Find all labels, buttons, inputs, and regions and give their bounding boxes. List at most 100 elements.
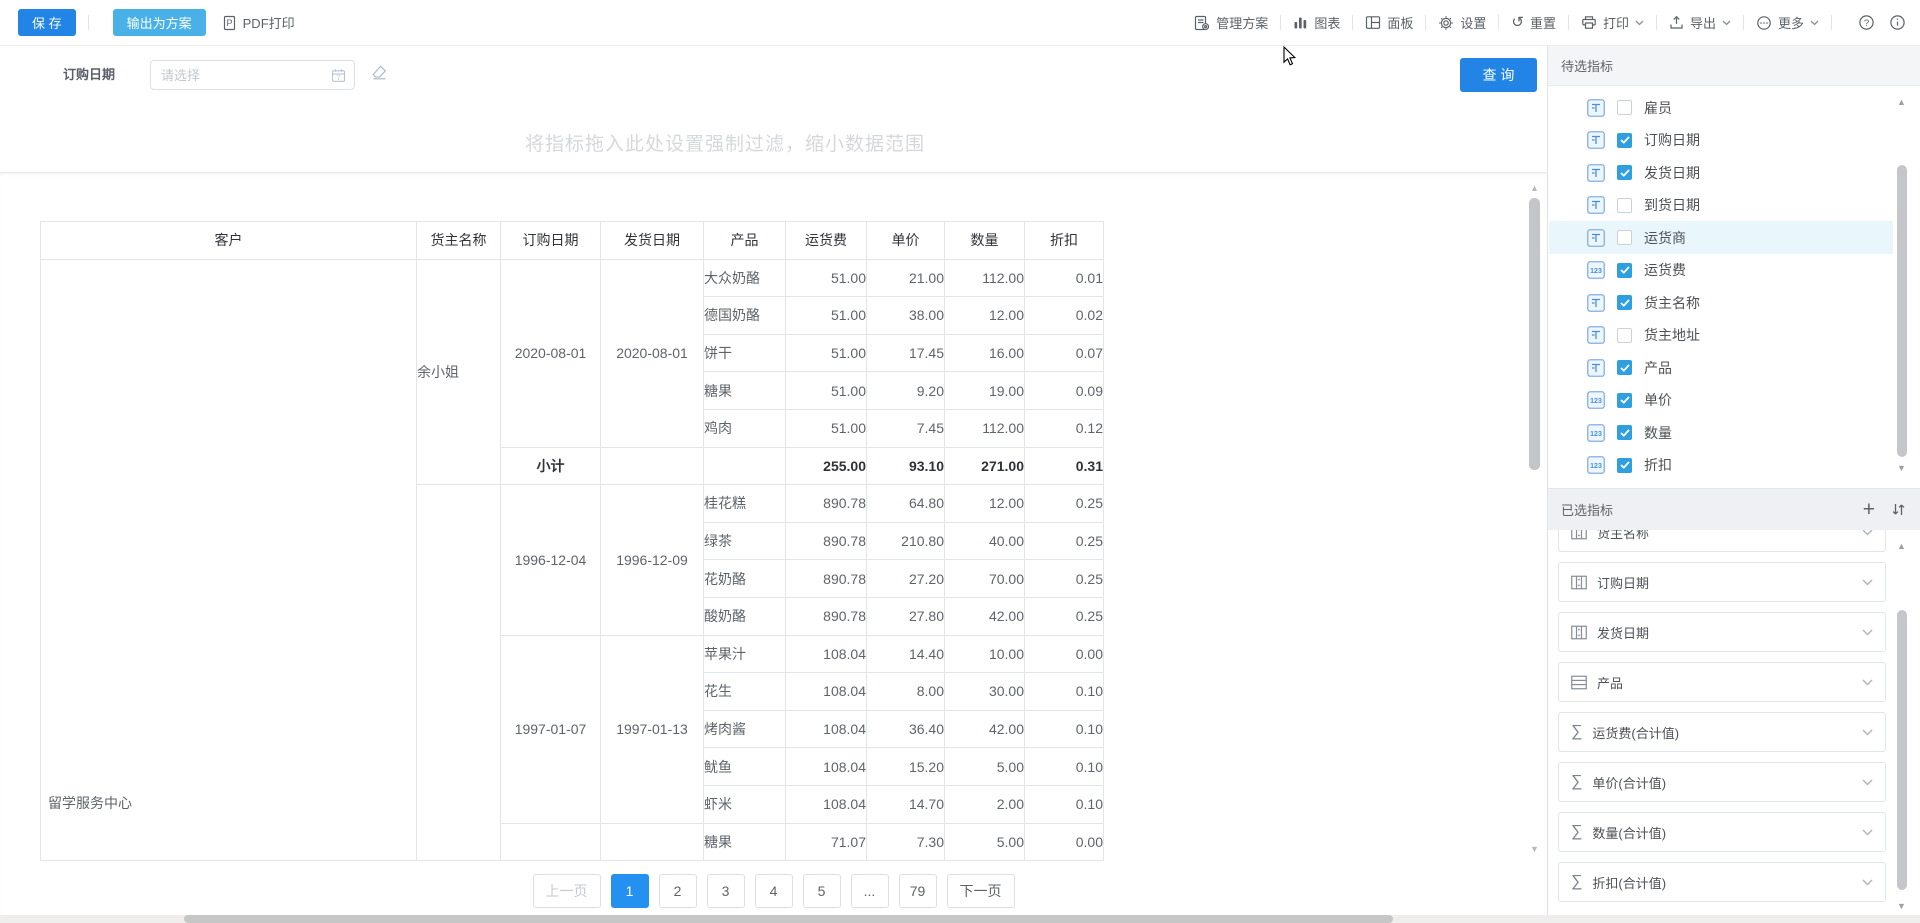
checkbox-checked[interactable]: [1617, 295, 1632, 310]
chevron-down-icon[interactable]: [1862, 879, 1873, 886]
page-button-4[interactable]: 4: [754, 874, 793, 908]
page-button-1[interactable]: 1: [610, 874, 649, 908]
scroll-up-arrow-icon[interactable]: ▲: [1897, 542, 1906, 551]
pending-item-discount[interactable]: 123 折扣: [1549, 449, 1893, 482]
col-header-quantity: 数量: [944, 221, 1025, 260]
chevron-down-icon[interactable]: [1862, 579, 1873, 586]
selected-card-discount-sum[interactable]: ∑ 折扣(合计值): [1558, 862, 1886, 902]
col-header-consignee: 货主名称: [416, 221, 501, 260]
checkbox-unchecked[interactable]: [1617, 197, 1632, 213]
pending-item-freight[interactable]: 123 运货费: [1549, 254, 1893, 287]
checkbox-checked[interactable]: [1617, 360, 1632, 375]
selected-card-order-date[interactable]: 订购日期: [1558, 562, 1886, 602]
scroll-down-arrow-icon[interactable]: ▼: [1897, 464, 1906, 473]
settings-button[interactable]: 设置: [1438, 13, 1486, 32]
pending-item-order-date[interactable]: 订购日期: [1549, 124, 1893, 157]
info-button[interactable]: [1889, 14, 1906, 31]
scroll-up-arrow-icon[interactable]: ▲: [1897, 98, 1906, 107]
page-button-79[interactable]: 79: [898, 874, 937, 908]
page-button-5[interactable]: 5: [802, 874, 841, 908]
checkbox-unchecked[interactable]: [1617, 230, 1632, 245]
sort-order-icon[interactable]: [1891, 502, 1906, 517]
chart-button[interactable]: 图表: [1293, 13, 1340, 32]
save-button[interactable]: 保 存: [18, 9, 76, 36]
selected-card-ship-date[interactable]: 发货日期: [1558, 612, 1886, 652]
checkbox-checked[interactable]: [1617, 392, 1632, 408]
horizontal-scrollbar-thumb[interactable]: [184, 915, 1393, 923]
date-picker-input[interactable]: 7: [150, 60, 355, 90]
manage-plans-button[interactable]: 管理方案: [1194, 13, 1268, 32]
selected-indicators-header: 已选指标 +: [1548, 488, 1920, 530]
pending-item-arrival-date[interactable]: 到货日期: [1549, 189, 1893, 222]
print-dropdown-button[interactable]: 打印: [1581, 13, 1644, 32]
checkbox-checked[interactable]: [1617, 262, 1632, 278]
reset-button[interactable]: ↺ 重置: [1511, 13, 1556, 32]
help-button[interactable]: ?: [1858, 14, 1875, 31]
selected-list-scrollbar-thumb[interactable]: [1897, 610, 1907, 890]
scroll-down-arrow-icon[interactable]: ▼: [1530, 845, 1539, 854]
pending-item-quantity[interactable]: 123 数量: [1549, 416, 1893, 449]
bar-chart-icon: [1293, 15, 1308, 30]
text-field-icon: [1587, 196, 1605, 214]
pending-list-scrollbar-thumb[interactable]: [1897, 165, 1907, 457]
chevron-down-icon[interactable]: [1862, 679, 1873, 686]
checkbox-checked[interactable]: [1617, 132, 1632, 148]
row-group-icon: [1571, 575, 1587, 590]
svg-text:123: 123: [1590, 268, 1602, 275]
chevron-down-icon[interactable]: [1862, 629, 1873, 636]
selected-card-freight-sum[interactable]: ∑ 运货费(合计值): [1558, 712, 1886, 752]
svg-text:P: P: [226, 18, 232, 28]
next-page-button[interactable]: 下一页: [946, 874, 1015, 908]
scroll-down-arrow-icon[interactable]: ▼: [1897, 902, 1906, 911]
chevron-down-icon[interactable]: [1862, 729, 1873, 736]
checkbox-unchecked[interactable]: [1617, 327, 1632, 343]
add-indicator-button[interactable]: +: [1863, 499, 1875, 520]
chevron-down-icon[interactable]: [1862, 530, 1873, 536]
clear-filter-eraser-icon[interactable]: [370, 64, 389, 81]
consignee-cell: [416, 484, 501, 862]
chevron-down-icon: [1635, 20, 1644, 26]
pending-item-unit-price[interactable]: 123 单价: [1549, 384, 1893, 417]
table-header-row: 客户 货主名称 订购日期 发货日期 产品 运货费 单价 数量 折扣: [40, 221, 1104, 260]
sigma-icon: ∑: [1571, 873, 1583, 890]
chevron-down-icon[interactable]: [1862, 829, 1873, 836]
pending-item-consignee-name[interactable]: 货主名称: [1549, 286, 1893, 319]
drag-filter-drop-hint: 将指标拖入此处设置强制过滤，缩小数据范围: [524, 134, 925, 155]
gear-icon: [1438, 15, 1454, 31]
selected-card-unit-price-sum[interactable]: ∑ 单价(合计值): [1558, 762, 1886, 802]
query-button[interactable]: 查 询: [1460, 58, 1537, 92]
pending-item-product[interactable]: 产品: [1549, 351, 1893, 384]
selected-card-product[interactable]: 产品: [1558, 662, 1886, 702]
export-dropdown-button[interactable]: 导出: [1669, 13, 1731, 32]
selected-card-quantity-sum[interactable]: ∑ 数量(合计值): [1558, 812, 1886, 852]
checkbox-unchecked[interactable]: [1617, 100, 1632, 115]
calendar-icon[interactable]: 7: [331, 68, 346, 83]
chevron-down-icon[interactable]: [1862, 779, 1873, 786]
pdf-print-button[interactable]: P PDF打印: [222, 13, 295, 32]
pending-item-shipper[interactable]: 运货商: [1549, 221, 1893, 254]
checkbox-checked[interactable]: [1617, 165, 1632, 180]
scroll-up-arrow-icon[interactable]: ▲: [1530, 184, 1539, 193]
selected-card-consignee-name[interactable]: 货主名称: [1558, 530, 1886, 552]
report-table: 客户 货主名称 订购日期 发货日期 产品 运货费 单价 数量 折扣 留学服务中心…: [40, 221, 1104, 862]
prev-page-button[interactable]: 上一页: [532, 874, 601, 908]
col-header-product: 产品: [703, 221, 786, 260]
text-field-icon: [1587, 326, 1605, 344]
more-dropdown-button[interactable]: 更多: [1756, 13, 1819, 32]
output-as-plan-button[interactable]: 输出为方案: [112, 9, 206, 36]
page-button-3[interactable]: 3: [706, 874, 745, 908]
pending-item-consignee-address[interactable]: 货主地址: [1549, 319, 1893, 352]
panel-button[interactable]: 面板: [1365, 13, 1413, 32]
checkbox-checked[interactable]: [1617, 425, 1632, 440]
page-button-2[interactable]: 2: [658, 874, 697, 908]
page-ellipsis-button[interactable]: ...: [850, 874, 889, 908]
sigma-icon: ∑: [1571, 723, 1583, 740]
pending-item-ship-date[interactable]: 发货日期: [1549, 156, 1893, 189]
export-upload-icon: [1669, 15, 1684, 30]
pending-item-employee[interactable]: 雇员: [1549, 91, 1893, 124]
filter-date-label: 订购日期: [63, 67, 116, 82]
date-input-field[interactable]: [159, 66, 331, 84]
number-field-icon: 123: [1587, 456, 1605, 474]
table-vertical-scrollbar-thumb[interactable]: [1529, 198, 1540, 470]
checkbox-checked[interactable]: [1617, 457, 1632, 473]
